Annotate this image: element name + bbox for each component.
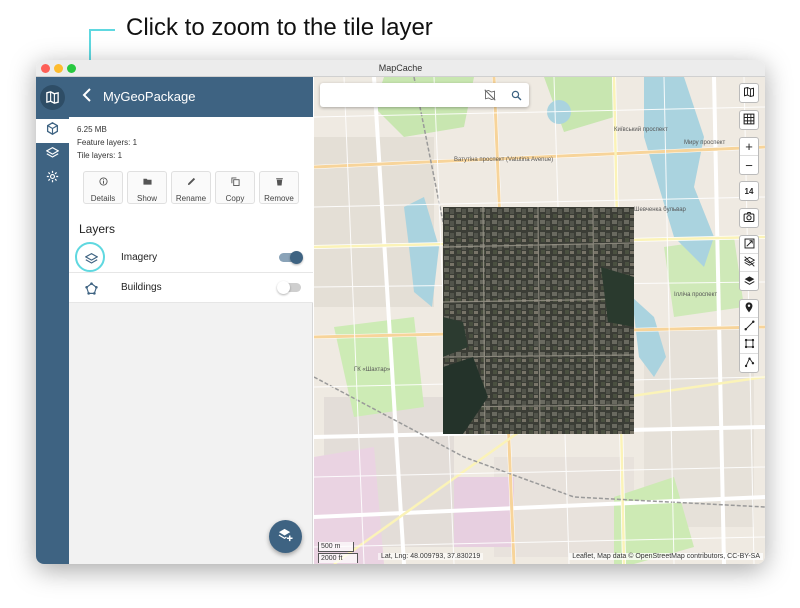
geopackage-title: MyGeoPackage [103,89,196,104]
app-logo-icon [40,85,65,110]
tile-layer-count: Tile layers: 1 [77,151,123,160]
map-search-bar [320,83,529,107]
polyline-icon [743,319,755,334]
fit-bounds-button[interactable] [740,236,758,254]
search-input[interactable] [326,87,476,103]
show-label: Show [136,193,157,203]
layer-name: Imagery [121,252,158,263]
rectangle-icon [744,337,755,352]
buildings-visibility-toggle[interactable] [277,281,301,294]
layer-name: Buildings [121,282,162,293]
zoom-level: 14 [744,186,754,196]
folder-icon [142,173,152,191]
file-size: 6.25 MB [77,125,107,134]
remove-label: Remove [264,193,294,203]
layers-icon [743,274,755,289]
street-label-vatutina: Ватутіна проспект (Vatutina Avenue) [454,157,554,163]
grid-icon [743,113,755,128]
draw-rectangle-button[interactable] [740,336,758,354]
zoom-in-button[interactable]: + [740,138,758,156]
hide-layers-button[interactable] [740,254,758,272]
street-label-illicha: Ілліча проспект [674,292,718,298]
layers-icon [45,146,60,164]
zoom-out-button[interactable]: − [740,156,758,174]
draw-line-button[interactable] [740,318,758,336]
polygon-icon [744,356,755,371]
grid-button[interactable] [739,110,759,130]
map-view[interactable]: Ватутіна проспект (Vatutina Avenue) Миру… [314,77,765,564]
scale-imperial: 2000 ft [318,553,358,563]
data-sources-nav-button[interactable] [36,143,69,167]
title-bar: MapCache [36,60,765,77]
draw-controls [739,299,759,373]
basemap-button[interactable] [739,83,759,103]
feature-layer-count: Feature layers: 1 [77,138,138,147]
cursor-coordinates: Lat, Lng: 48.009793, 37.830219 [378,553,484,560]
layer-row-buildings[interactable]: Buildings [69,273,313,303]
annotation-connector [89,29,115,31]
expand-icon [744,237,755,252]
info-icon [98,173,108,191]
add-layer-icon [278,527,293,547]
zoom-controls: + − [739,137,759,175]
draw-polygon-button[interactable] [740,354,758,372]
map-pin-icon [744,301,754,316]
settings-nav-button[interactable] [36,167,69,191]
geopackage-sidebar: MyGeoPackage 6.25 MB Feature layers: 1 T… [69,77,313,564]
remove-button[interactable]: Remove [259,171,299,204]
pencil-icon [187,173,196,191]
details-button[interactable]: Details [83,171,123,204]
toggle-knob [277,281,290,294]
annotation-highlight-ring [75,242,105,272]
add-layer-button[interactable] [269,520,302,553]
place-label-shakhtar: ГК «Шахтар» [354,367,391,373]
layer-order-button[interactable] [740,272,758,290]
layers-off-icon [743,255,755,270]
cube-icon [46,122,59,140]
rename-label: Rename [175,193,207,203]
navigation-rail [36,77,69,564]
copy-icon [230,173,240,191]
back-button[interactable] [77,87,97,107]
zoom-level-indicator: 14 [739,181,759,201]
trash-icon [275,173,284,191]
imagery-tile-layer [443,207,634,434]
window-title: MapCache [378,63,423,73]
annotation-text: Click to zoom to the tile layer [126,14,433,41]
scale-metric: 500 m [318,542,354,552]
map-off-icon[interactable] [482,87,498,103]
rename-button[interactable]: Rename [171,171,211,204]
gear-icon [46,170,59,188]
show-button[interactable]: Show [127,171,167,204]
copy-label: Copy [225,193,245,203]
chevron-left-icon [81,87,93,107]
details-label: Details [90,193,116,203]
street-label-shevchenko: Шевченка бульвар [634,207,686,213]
street-label-kyivskyi: Київський проспект [614,127,668,133]
map-attribution[interactable]: Leaflet, Map data © OpenStreetMap contri… [569,553,763,560]
toggle-knob [290,251,303,264]
map-icon [743,86,755,101]
copy-button[interactable]: Copy [215,171,255,204]
app-window: MapCache MyGeoPackage 6.25 MB Feature la… [36,60,765,564]
search-icon[interactable] [508,87,524,103]
draw-point-button[interactable] [740,300,758,318]
geopackage-nav-button[interactable] [36,119,69,143]
street-label-myru: Миру проспект [684,140,726,146]
imagery-visibility-toggle[interactable] [279,251,303,264]
camera-icon [743,211,755,226]
feature-polygon-icon[interactable] [83,280,99,296]
layers-heading: Layers [79,222,116,236]
layer-controls [739,235,759,291]
screenshot-button[interactable] [739,208,759,228]
sidebar-header: MyGeoPackage [69,77,313,117]
layer-row-imagery[interactable]: Imagery [69,243,313,273]
